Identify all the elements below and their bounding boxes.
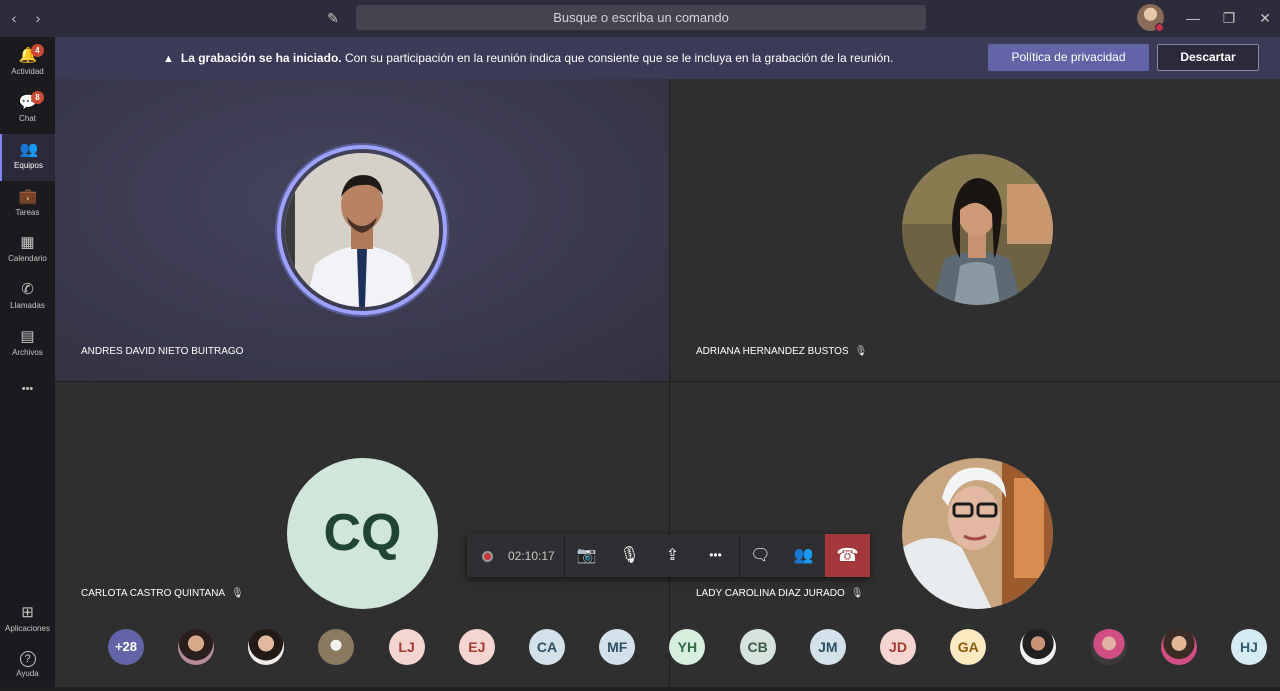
search-input[interactable]: Busque o escriba un comando <box>356 5 926 30</box>
mute-button[interactable]: 🎙 <box>608 534 651 577</box>
recording-message: ▲ La grabación se ha iniciado. Con su par… <box>163 51 893 65</box>
rail-item-label: Equipos <box>14 161 43 170</box>
overflow-participants-button[interactable]: +28 <box>108 629 144 665</box>
mic-off-icon: 🎙 <box>850 588 864 599</box>
rail-item-teams[interactable]: 👥 Equipos <box>0 134 55 181</box>
attendee-photo-avatar[interactable] <box>248 629 285 665</box>
camera-off-button[interactable]: 📷 <box>565 534 608 577</box>
rail-item-label: Ayuda <box>16 669 39 678</box>
mic-off-icon: 🎙 <box>854 346 868 357</box>
presence-status-icon <box>1155 23 1164 32</box>
rail-item-label: Aplicaciones <box>5 624 50 633</box>
more-icon: ••• <box>709 548 722 562</box>
attendee-initials-avatar[interactable]: EJ <box>458 629 495 665</box>
attendee-photo-avatar[interactable] <box>178 629 214 665</box>
attendee-initials-avatar[interactable]: CB <box>739 629 776 665</box>
participants-icon: 👥 <box>793 547 814 564</box>
participant-name: CARLOTA CASTRO QUINTANA <box>81 588 226 599</box>
more-actions-button[interactable]: ••• <box>694 534 737 577</box>
participant-name: ANDRES DAVID NIETO BUITRAGO <box>81 346 244 357</box>
apps-icon: ⊞ <box>21 604 34 621</box>
attendee-initials-avatar[interactable]: LJ <box>388 629 425 665</box>
participant-initials-avatar: CQ <box>287 458 438 609</box>
app-rail: 🔔 Actividad 4 💬 Chat 8 👥 Equipos 💼 Tarea… <box>0 37 55 687</box>
recording-title: La grabación se ha iniciado. <box>180 51 342 65</box>
activity-badge: 4 <box>31 44 44 57</box>
rail-item-tasks[interactable]: 💼 Tareas <box>0 181 55 228</box>
participant-name-row: LADY CAROLINA DIAZ JURADO 🎙 <box>696 588 863 599</box>
participant-photo <box>285 153 439 307</box>
tasks-icon: 💼 <box>18 188 38 205</box>
back-arrow-icon[interactable]: ‹ <box>5 9 23 27</box>
restore-icon[interactable]: ❐ <box>1219 8 1239 28</box>
share-screen-icon: ⇪ <box>665 547 680 564</box>
participant-name: LADY CAROLINA DIAZ JURADO <box>696 588 845 599</box>
privacy-policy-button[interactable]: Política de privacidad <box>988 44 1149 71</box>
recording-detail: Con su participación en la reunión indic… <box>341 51 894 65</box>
warning-icon: ▲ <box>163 53 174 65</box>
video-tile[interactable]: ADRIANA HERNANDEZ BUSTOS 🎙 <box>670 79 1280 381</box>
rail-item-label: Chat <box>19 114 36 123</box>
dismiss-button[interactable]: Descartar <box>1157 44 1259 71</box>
hang-up-icon: ☎ <box>836 545 859 565</box>
participant-photo <box>902 458 1053 609</box>
recording-banner: ▲ La grabación se ha iniciado. Con su par… <box>55 37 1280 79</box>
rail-item-label: Calendario <box>8 254 47 263</box>
attendee-photo-avatar[interactable] <box>1090 629 1127 665</box>
chat-badge: 8 <box>31 91 44 104</box>
video-tile[interactable]: ANDRES DAVID NIETO BUITRAGO <box>55 79 669 381</box>
rail-item-activity[interactable]: 🔔 Actividad 4 <box>0 40 55 87</box>
help-icon: ? <box>19 651 36 667</box>
rail-item-calendar[interactable]: ▦ Calendario <box>0 227 55 274</box>
hang-up-button[interactable]: ☎ <box>825 534 870 577</box>
compose-icon[interactable]: ✎ <box>324 9 342 27</box>
more-apps-button[interactable]: ••• <box>0 375 55 401</box>
camera-off-icon: 📷 <box>576 547 597 564</box>
participant-name-row: ADRIANA HERNANDEZ BUSTOS 🎙 <box>696 346 867 357</box>
mic-off-icon: 🎙 <box>231 588 244 599</box>
attendee-initials-avatar[interactable]: GA <box>950 629 987 665</box>
rail-item-label: Llamadas <box>10 301 45 310</box>
attendee-initials-avatar[interactable]: MF <box>599 629 636 665</box>
teams-icon: 👥 <box>19 141 39 158</box>
attendee-photo-avatar[interactable] <box>1160 629 1197 665</box>
attendee-initials-avatar[interactable]: JD <box>880 629 916 665</box>
rail-item-calls[interactable]: ✆ Llamadas <box>0 274 55 321</box>
recording-icon <box>482 551 493 562</box>
participant-name-row: CARLOTA CASTRO QUINTANA 🎙 <box>81 588 244 599</box>
more-icon: ••• <box>21 383 34 395</box>
participant-photo <box>902 154 1053 305</box>
forward-arrow-icon[interactable]: › <box>29 9 47 27</box>
minimize-icon[interactable]: — <box>1183 8 1203 28</box>
chat-icon: 🗨 <box>750 547 771 564</box>
rail-item-apps[interactable]: ⊞ Aplicaciones <box>0 597 55 644</box>
rail-item-label: Actividad <box>11 67 44 76</box>
attendee-initials-avatar[interactable]: JM <box>809 629 846 665</box>
attendee-initials-avatar[interactable]: CA <box>529 629 565 665</box>
call-timer: 02:10:17 <box>508 549 555 563</box>
files-icon: ▤ <box>20 328 35 345</box>
title-bar: ‹ › ✎ Busque o escriba un comando — ❐ ✕ <box>0 0 1280 37</box>
rail-item-chat[interactable]: 💬 Chat 8 <box>0 87 55 134</box>
show-participants-button[interactable]: 👥 <box>782 534 825 577</box>
calendar-icon: ▦ <box>20 234 35 251</box>
close-icon[interactable]: ✕ <box>1255 8 1275 28</box>
show-chat-button[interactable]: 🗨 <box>739 534 782 577</box>
rail-item-help[interactable]: ? Ayuda <box>0 644 55 691</box>
mic-off-icon: 🎙 <box>619 547 640 564</box>
participant-name: ADRIANA HERNANDEZ BUSTOS <box>696 346 849 357</box>
rail-item-label: Archivos <box>12 348 43 357</box>
rail-item-label: Tareas <box>15 208 40 217</box>
phone-icon: ✆ <box>21 281 34 298</box>
rail-item-files[interactable]: ▤ Archivos <box>0 321 55 368</box>
share-screen-button[interactable]: ⇪ <box>651 534 694 577</box>
call-controls: 02:10:17 📷 🎙 ⇪ ••• 🗨 👥 ☎ <box>467 534 870 577</box>
attendee-initials-avatar[interactable]: HJ <box>1231 629 1267 665</box>
